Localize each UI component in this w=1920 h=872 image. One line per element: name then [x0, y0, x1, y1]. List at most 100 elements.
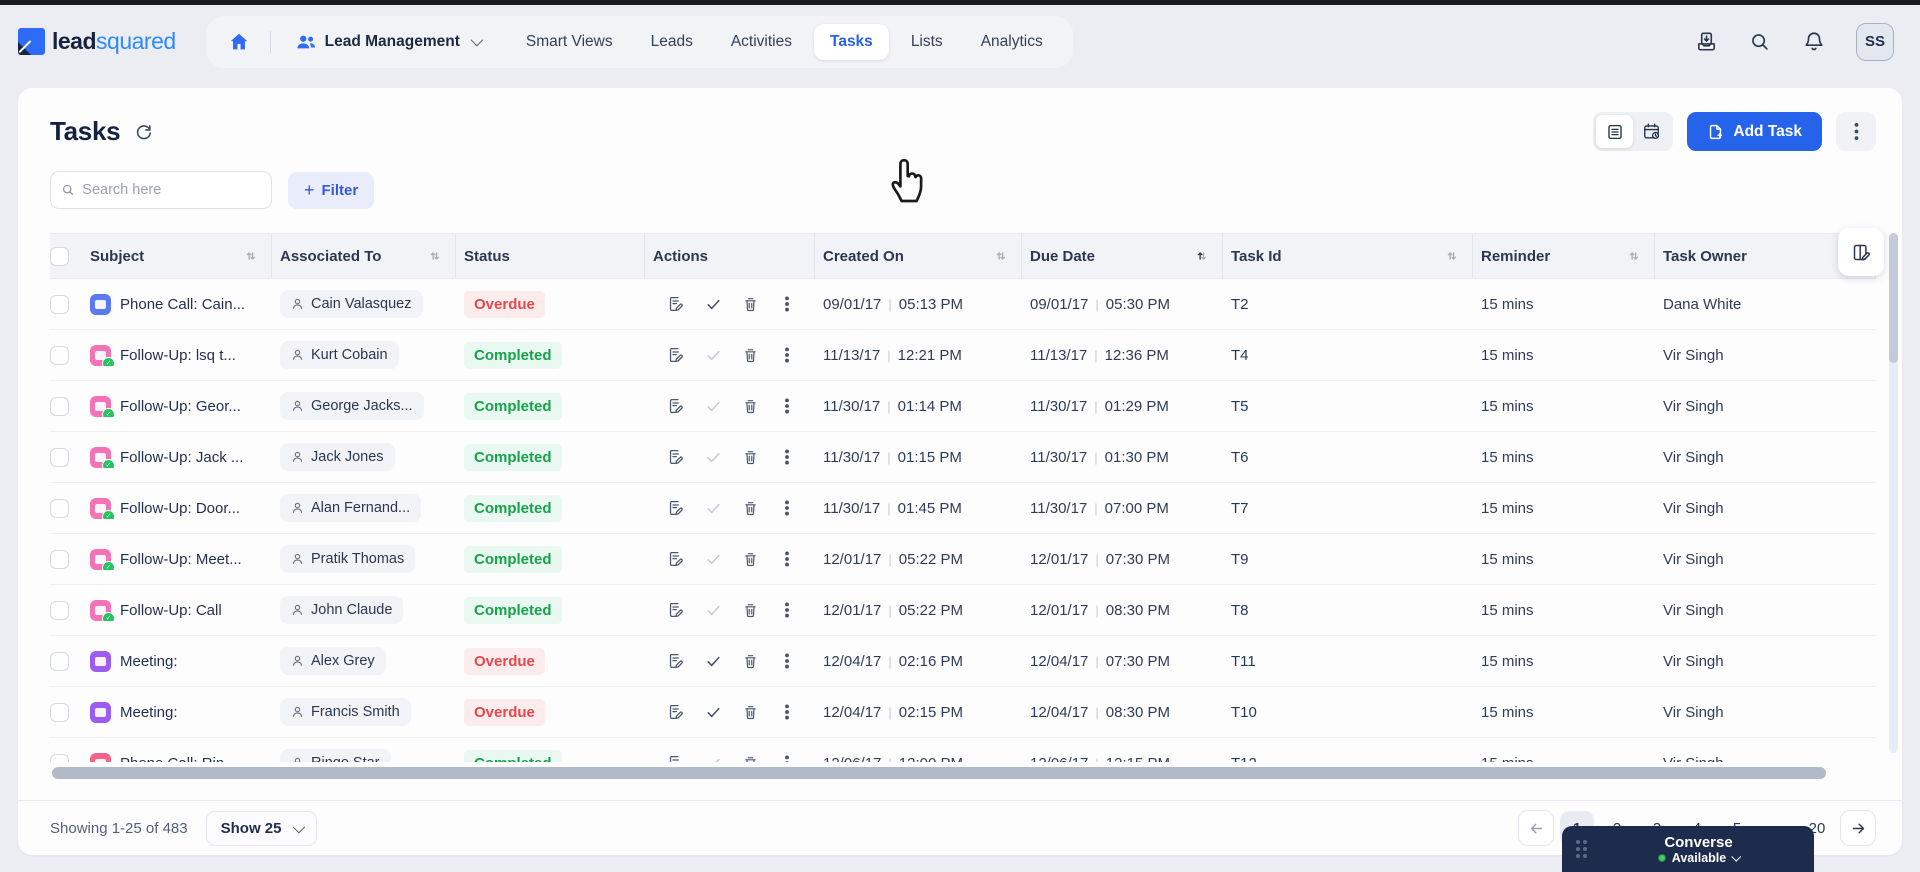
table-row[interactable]: Phone Call: Cain... Cain Valasquez Overd…: [50, 279, 1876, 330]
mark-complete-button[interactable]: [699, 341, 727, 369]
page-size-select[interactable]: Show 25: [205, 810, 318, 846]
delete-task-button[interactable]: [736, 494, 764, 522]
row-more-button[interactable]: [773, 392, 801, 420]
sort-icon[interactable]: [243, 249, 257, 263]
filter-button[interactable]: + Filter: [288, 171, 375, 209]
subject-cell[interactable]: Follow-Up: Jack ...: [82, 446, 272, 468]
delete-task-button[interactable]: [736, 596, 764, 624]
row-more-button[interactable]: [773, 647, 801, 675]
more-options-button[interactable]: [1836, 112, 1876, 151]
row-checkbox[interactable]: [50, 600, 69, 620]
row-checkbox[interactable]: [50, 549, 69, 569]
associated-lead-chip[interactable]: Pratik Thomas: [280, 545, 416, 573]
sort-icon[interactable]: [427, 249, 441, 263]
edit-task-button[interactable]: [662, 596, 690, 624]
refresh-button[interactable]: [134, 122, 153, 141]
column-header[interactable]: Reminder: [1473, 234, 1655, 278]
column-header[interactable]: Task Id: [1223, 234, 1473, 278]
availability-selector[interactable]: Available: [1597, 851, 1800, 865]
row-checkbox[interactable]: [50, 753, 69, 762]
column-header[interactable]: Created On: [815, 234, 1022, 278]
previous-page-button[interactable]: [1518, 810, 1554, 846]
row-more-button[interactable]: [773, 494, 801, 522]
mark-complete-button[interactable]: [699, 545, 727, 573]
associated-lead-chip[interactable]: Francis Smith: [280, 698, 411, 726]
table-row[interactable]: Follow-Up: Meet... Pratik Thomas Complet…: [50, 534, 1876, 585]
row-more-button[interactable]: [773, 698, 801, 726]
row-checkbox[interactable]: [50, 294, 69, 314]
edit-task-button[interactable]: [662, 392, 690, 420]
row-more-button[interactable]: [773, 545, 801, 573]
row-checkbox[interactable]: [50, 396, 69, 416]
subject-cell[interactable]: Meeting:: [82, 701, 272, 723]
row-checkbox[interactable]: [50, 702, 69, 722]
associated-lead-chip[interactable]: Kurt Cobain: [280, 341, 399, 369]
edit-task-button[interactable]: [662, 545, 690, 573]
row-more-button[interactable]: [773, 290, 801, 318]
row-checkbox[interactable]: [50, 447, 69, 467]
mark-complete-button[interactable]: [699, 596, 727, 624]
associated-lead-chip[interactable]: John Claude: [280, 596, 404, 624]
delete-task-button[interactable]: [736, 545, 764, 573]
mark-complete-button[interactable]: [699, 443, 727, 471]
delete-task-button[interactable]: [736, 392, 764, 420]
converse-widget[interactable]: Converse Available: [1562, 826, 1814, 872]
drag-handle-icon[interactable]: [1576, 840, 1587, 858]
edit-task-button[interactable]: [662, 290, 690, 318]
column-header[interactable]: Associated To: [272, 234, 456, 278]
table-row[interactable]: Meeting: Alex Grey Overdue 12/04/17 | 02…: [50, 636, 1876, 687]
nav-tab[interactable]: Tasks: [814, 23, 889, 60]
horizontal-scrollbar[interactable]: [52, 767, 1862, 779]
row-checkbox[interactable]: [50, 651, 69, 671]
sort-icon[interactable]: [993, 249, 1007, 263]
row-more-button[interactable]: [773, 596, 801, 624]
associated-lead-chip[interactable]: Jack Jones: [280, 443, 395, 471]
table-row[interactable]: Follow-Up: lsq t... Kurt Cobain Complete…: [50, 330, 1876, 381]
nav-tab[interactable]: Activities: [715, 24, 808, 60]
associated-lead-chip[interactable]: Ringo Star: [280, 749, 391, 762]
table-row[interactable]: Meeting: Francis Smith Overdue 12/04/17 …: [50, 687, 1876, 738]
search-button[interactable]: [1748, 30, 1772, 54]
column-header[interactable]: Subject: [82, 234, 272, 278]
table-row[interactable]: Follow-Up: Call John Claude Completed: [50, 585, 1876, 636]
subject-cell[interactable]: Follow-Up: Geor...: [82, 395, 272, 417]
manage-columns-button[interactable]: [1838, 228, 1884, 276]
add-task-button[interactable]: Add Task: [1687, 112, 1822, 151]
calendar-view-button[interactable]: [1633, 115, 1670, 148]
associated-lead-chip[interactable]: George Jacks...: [280, 392, 424, 420]
subject-cell[interactable]: Follow-Up: Door...: [82, 497, 272, 519]
nav-tab[interactable]: Lists: [895, 24, 959, 60]
home-button[interactable]: [222, 25, 256, 59]
associated-lead-chip[interactable]: Alan Fernand...: [280, 494, 422, 522]
table-row[interactable]: Follow-Up: Geor... George Jacks... Compl…: [50, 381, 1876, 432]
delete-task-button[interactable]: [736, 290, 764, 318]
sort-icon[interactable]: [1626, 249, 1640, 263]
edit-task-button[interactable]: [662, 698, 690, 726]
workspace-selector[interactable]: Lead Management: [285, 25, 490, 59]
search-input[interactable]: [82, 182, 261, 198]
sort-icon[interactable]: [1444, 249, 1458, 263]
row-checkbox[interactable]: [50, 345, 69, 365]
mark-complete-button[interactable]: [699, 494, 727, 522]
leadsquared-logo[interactable]: leadsquared: [18, 28, 176, 55]
table-row[interactable]: Phone Call: Rin... Ringo Star Completed: [50, 738, 1876, 762]
nav-tab[interactable]: Leads: [635, 24, 709, 60]
mark-complete-button[interactable]: [699, 698, 727, 726]
table-row[interactable]: Follow-Up: Jack ... Jack Jones Completed: [50, 432, 1876, 483]
edit-task-button[interactable]: [662, 494, 690, 522]
column-header[interactable]: Actions: [645, 234, 815, 278]
column-header[interactable]: Due Date: [1022, 234, 1223, 278]
delete-task-button[interactable]: [736, 698, 764, 726]
row-more-button[interactable]: [773, 341, 801, 369]
edit-task-button[interactable]: [662, 341, 690, 369]
associated-lead-chip[interactable]: Alex Grey: [280, 647, 386, 675]
edit-task-button[interactable]: [662, 443, 690, 471]
subject-cell[interactable]: Phone Call: Cain...: [82, 293, 272, 315]
mark-complete-button[interactable]: [699, 647, 727, 675]
next-page-button[interactable]: [1840, 810, 1876, 846]
table-row[interactable]: Follow-Up: Door... Alan Fernand... Compl…: [50, 483, 1876, 534]
nav-tab[interactable]: Analytics: [965, 24, 1059, 60]
nav-tab[interactable]: Smart Views: [510, 24, 629, 60]
row-more-button[interactable]: [773, 443, 801, 471]
mark-complete-button[interactable]: [699, 290, 727, 318]
